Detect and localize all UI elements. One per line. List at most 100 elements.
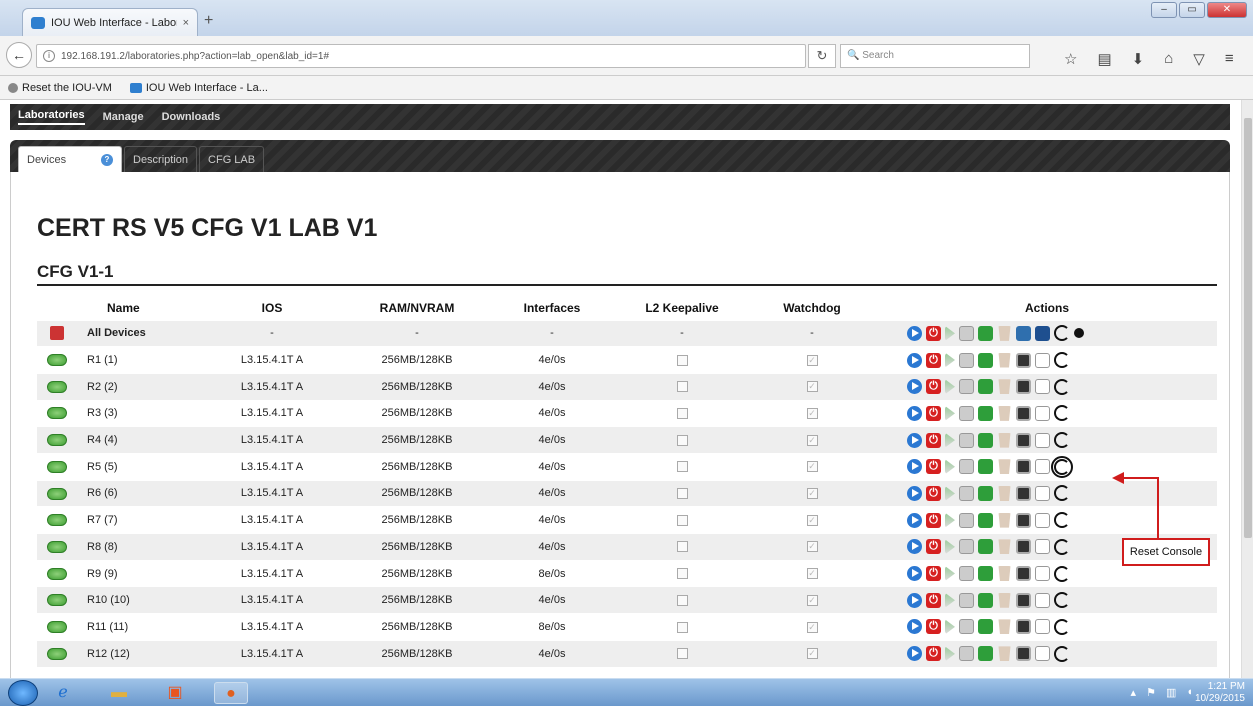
reset-console-icon[interactable] (1054, 432, 1070, 449)
stop-icon[interactable]: ⏻ (926, 512, 941, 528)
start-icon[interactable] (907, 646, 922, 662)
address-bar[interactable]: i 192.168.191.2/laboratories.php?action=… (36, 44, 806, 68)
export-icon[interactable] (945, 432, 955, 448)
router-icon[interactable] (47, 514, 67, 527)
l2-keepalive-checkbox[interactable] (676, 568, 688, 580)
start-icon[interactable] (907, 619, 922, 635)
config-icon[interactable] (959, 619, 974, 635)
router-icon[interactable] (47, 434, 67, 447)
config-icon[interactable] (959, 539, 974, 555)
start-icon[interactable] (907, 352, 922, 368)
explorer-icon[interactable]: ▬ (102, 682, 136, 704)
wipe-icon[interactable] (1035, 512, 1050, 528)
bookmark-item[interactable]: Reset the IOU-VM (8, 82, 112, 94)
export-icon[interactable] (945, 539, 955, 555)
delete-icon[interactable] (998, 379, 1011, 395)
home-icon[interactable]: ⌂ (1164, 50, 1173, 68)
l2-keepalive-checkbox[interactable] (676, 408, 688, 419)
router-icon[interactable] (47, 647, 67, 660)
console-icon[interactable] (1016, 539, 1031, 555)
router-icon[interactable] (47, 594, 67, 607)
download-icon[interactable]: ⬇ (1132, 50, 1145, 68)
start-icon[interactable] (907, 512, 922, 528)
stop-icon[interactable]: ⏻ (926, 539, 941, 555)
export-icon[interactable] (945, 646, 955, 662)
router-icon[interactable] (47, 567, 67, 580)
watchdog-checkbox[interactable]: ✓ (806, 594, 818, 606)
wipe-icon[interactable] (1074, 328, 1084, 339)
l2-keepalive-checkbox[interactable] (676, 461, 688, 473)
l2-keepalive-checkbox[interactable] (676, 381, 688, 393)
wipe-icon[interactable] (1035, 459, 1050, 475)
console-icon[interactable] (1016, 619, 1031, 635)
reset-console-icon[interactable] (1054, 352, 1070, 369)
reset-console-icon[interactable] (1054, 405, 1070, 422)
network-icon[interactable] (978, 352, 993, 368)
start-icon[interactable] (907, 566, 922, 582)
router-icon[interactable] (47, 540, 67, 553)
delete-icon[interactable] (998, 405, 1011, 421)
l2-keepalive-checkbox[interactable] (676, 648, 688, 660)
config-icon[interactable] (959, 459, 974, 475)
stop-icon[interactable]: ⏻ (926, 485, 941, 501)
reset-console-icon[interactable] (1054, 565, 1070, 582)
config-icon[interactable] (959, 379, 974, 395)
watchdog-checkbox[interactable]: ✓ (806, 408, 818, 419)
watchdog-checkbox[interactable]: ✓ (806, 648, 818, 660)
start-icon[interactable] (907, 405, 922, 421)
tab-description[interactable]: Description (124, 146, 198, 172)
delete-icon[interactable] (998, 619, 1011, 635)
wipe-icon[interactable] (1035, 592, 1050, 608)
network-icon[interactable] (978, 539, 993, 555)
menu-downloads[interactable]: Downloads (162, 111, 221, 123)
wipe-icon[interactable] (1035, 485, 1050, 501)
minimize-button[interactable]: – (1151, 2, 1177, 18)
reload-button[interactable]: ↻ (808, 44, 836, 68)
bookmark-item[interactable]: IOU Web Interface - La... (129, 82, 268, 94)
reset-console-icon[interactable] (1054, 485, 1070, 502)
menu-manage[interactable]: Manage (103, 111, 144, 123)
reset-console-icon[interactable] (1054, 538, 1070, 555)
export-icon[interactable] (945, 592, 955, 608)
export-icon[interactable] (945, 352, 955, 368)
wipe-icon[interactable] (1035, 566, 1050, 582)
console-icon[interactable] (1016, 566, 1031, 582)
start-icon[interactable] (907, 432, 922, 448)
router-icon[interactable] (47, 460, 67, 473)
l2-keepalive-checkbox[interactable] (676, 434, 688, 446)
page-scrollbar[interactable] (1241, 100, 1253, 678)
menu-icon[interactable]: ≡ (1225, 50, 1234, 68)
delete-icon[interactable] (998, 459, 1011, 475)
l2-keepalive-checkbox[interactable] (676, 594, 688, 606)
reset-console-icon[interactable] (1054, 378, 1070, 395)
stop-icon[interactable]: ⏻ (926, 646, 941, 662)
new-tab-button[interactable]: + (204, 12, 213, 30)
watchdog-checkbox[interactable]: ✓ (806, 488, 818, 500)
flag-icon[interactable]: ⚑ (1146, 686, 1156, 699)
stop-icon[interactable]: ⏻ (926, 459, 941, 475)
reset-console-icon[interactable] (1051, 455, 1073, 478)
console-icon[interactable] (1016, 405, 1031, 421)
wipe-icon[interactable] (1035, 646, 1050, 662)
network-tray-icon[interactable]: ▥ (1166, 686, 1176, 699)
console-icon[interactable] (1016, 352, 1031, 368)
start-all-icon[interactable] (907, 325, 922, 341)
watchdog-checkbox[interactable]: ✓ (806, 461, 818, 473)
config-icon[interactable] (959, 592, 974, 608)
site-info-icon[interactable]: i (43, 50, 55, 62)
console-icon[interactable] (1016, 512, 1031, 528)
router-icon[interactable] (47, 407, 67, 420)
watchdog-checkbox[interactable]: ✓ (806, 381, 818, 393)
watchdog-checkbox[interactable]: ✓ (806, 621, 818, 633)
reset-console-icon[interactable] (1054, 592, 1070, 609)
config-icon[interactable] (959, 566, 974, 582)
l2-keepalive-checkbox[interactable] (676, 488, 688, 500)
tab-close-icon[interactable]: × (183, 17, 189, 29)
l2-keepalive-checkbox[interactable] (676, 621, 688, 633)
export-icon[interactable] (945, 566, 955, 582)
volume-icon[interactable]: ◖ (1186, 686, 1193, 699)
stop-icon[interactable]: ⏻ (926, 352, 941, 368)
start-icon[interactable] (907, 459, 922, 475)
menu-laboratories[interactable]: Laboratories (18, 109, 85, 125)
stop-icon[interactable]: ⏻ (926, 619, 941, 635)
